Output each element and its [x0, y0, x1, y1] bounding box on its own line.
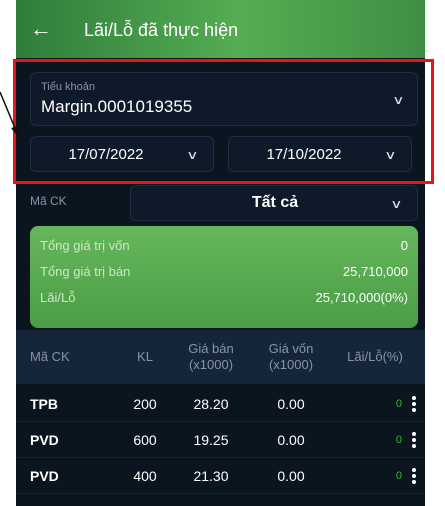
annotation-arrow-icon — [0, 91, 19, 138]
